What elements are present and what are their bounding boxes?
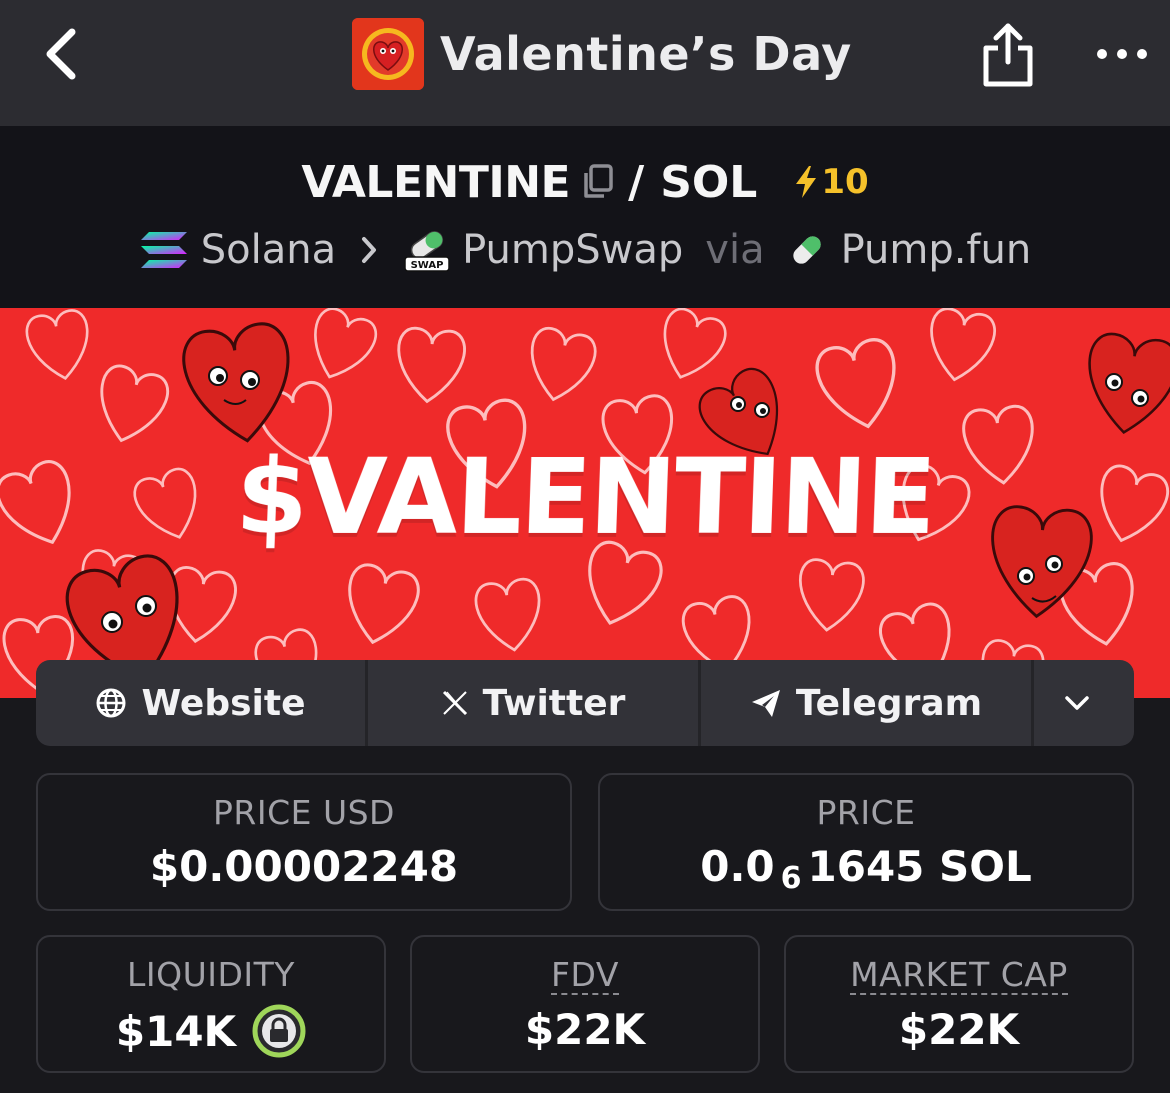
- price-native-card: PRICE 0.0 6 1645 SOL: [598, 773, 1134, 911]
- heart-character: [1078, 329, 1170, 441]
- chevron-down-icon: [1065, 696, 1089, 710]
- telegram-label: Telegram: [795, 682, 983, 724]
- more-horizontal-icon[interactable]: [1094, 36, 1150, 72]
- pair-header: VALENTINE / SOL 10 Solana SWAP PumpSwap …: [0, 126, 1170, 308]
- price-suffix: 1645 SOL: [807, 842, 1032, 891]
- solana-icon: [140, 232, 187, 268]
- lightning-icon: [796, 166, 817, 198]
- pair-title: VALENTINE / SOL 10: [0, 154, 1170, 210]
- price-native-value: 0.0 6 1645 SOL: [600, 842, 1132, 896]
- twitter-label: Twitter: [482, 682, 626, 724]
- base-token-symbol: VALENTINE: [301, 156, 571, 208]
- x-logo-icon: [442, 690, 467, 716]
- dex-link[interactable]: PumpSwap: [462, 227, 683, 273]
- heart-character: [178, 318, 301, 450]
- social-links-bar: Website Twitter Telegram: [36, 660, 1134, 746]
- share-icon[interactable]: [978, 18, 1038, 90]
- globe-icon: [96, 688, 126, 718]
- market-cap-card: MARKET CAP $22K: [784, 935, 1134, 1073]
- token-banner: $VALENTINE: [0, 308, 1170, 698]
- fdv-value: $22K: [524, 1005, 646, 1054]
- price-usd-card: PRICE USD $0.00002248: [36, 773, 572, 911]
- liquidity-value: $14K: [115, 1006, 237, 1056]
- telegram-button[interactable]: Telegram: [701, 660, 1034, 746]
- fdv-card: FDV $22K: [410, 935, 760, 1073]
- launchpad-link[interactable]: Pump.fun: [841, 227, 1032, 273]
- banner-title: $VALENTINE: [233, 436, 937, 558]
- boost-count: 10: [821, 162, 869, 202]
- via-text: via: [705, 227, 765, 273]
- pair-separator: /: [628, 156, 645, 208]
- twitter-button[interactable]: Twitter: [368, 660, 701, 746]
- liquidity-card: LIQUIDITY $14K: [36, 935, 386, 1073]
- dex-badge-text: SWAP: [411, 260, 444, 271]
- market-cap-label[interactable]: MARKET CAP: [850, 958, 1068, 995]
- lock-icon[interactable]: [252, 1004, 306, 1058]
- nav-title-group: Valentine’s Day: [352, 18, 852, 90]
- token-logo: [352, 18, 424, 90]
- quote-token-symbol: SOL: [660, 156, 758, 208]
- nav-bar: Valentine’s Day: [0, 0, 1170, 126]
- chain-link[interactable]: Solana: [201, 227, 336, 273]
- boost-badge[interactable]: 10: [793, 162, 869, 202]
- route-breadcrumb: Solana SWAP PumpSwap via Pump.fun: [0, 222, 1170, 278]
- chevron-right-icon: [362, 237, 377, 263]
- price-native-label: PRICE: [816, 793, 916, 832]
- chevron-left-icon[interactable]: [36, 24, 96, 84]
- more-links-button[interactable]: [1034, 660, 1134, 746]
- page-title: Valentine’s Day: [440, 27, 852, 81]
- market-cap-value: $22K: [898, 1005, 1020, 1054]
- website-button[interactable]: Website: [36, 660, 368, 746]
- price-zero-count: 6: [780, 861, 802, 896]
- price-prefix: 0.0: [700, 842, 775, 891]
- liquidity-value-row: $14K: [38, 1004, 384, 1058]
- website-label: Website: [141, 682, 306, 724]
- copy-icon[interactable]: [580, 162, 616, 202]
- pumpswap-icon: SWAP: [404, 231, 450, 272]
- fdv-label[interactable]: FDV: [551, 958, 619, 995]
- pill-icon: [792, 236, 821, 264]
- price-usd-label: PRICE USD: [213, 793, 395, 832]
- price-usd-value: $0.00002248: [149, 842, 459, 891]
- liquidity-label: LIQUIDITY: [127, 955, 295, 994]
- telegram-icon: [751, 690, 780, 717]
